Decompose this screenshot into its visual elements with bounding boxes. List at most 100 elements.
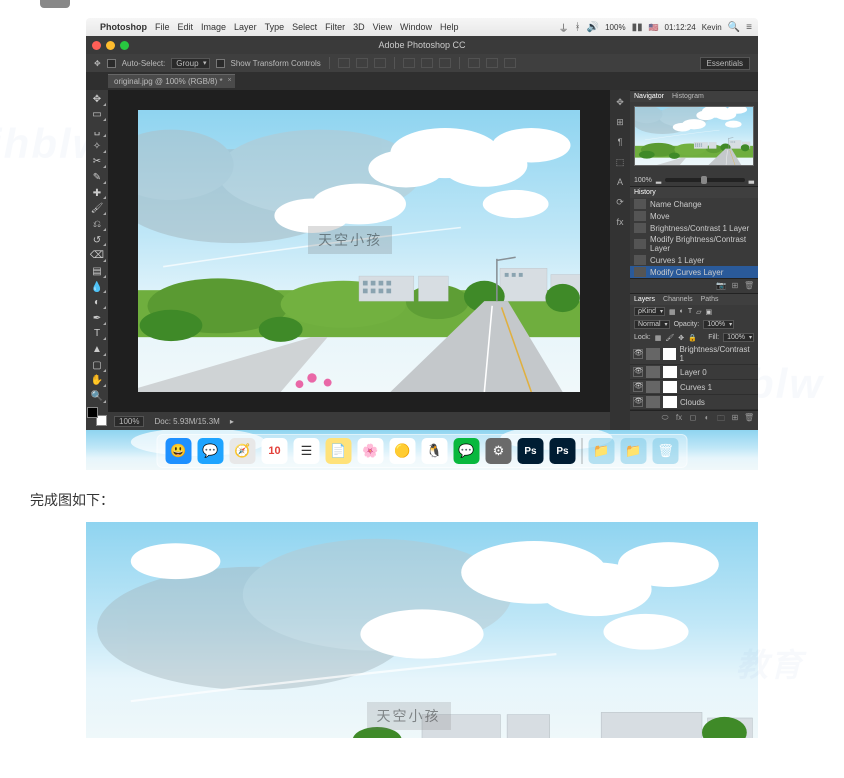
move-tool[interactable]: ✥ <box>87 92 107 107</box>
close-window-button[interactable] <box>92 41 101 50</box>
eraser-tool[interactable]: ⌫ <box>87 248 107 263</box>
workspace-switcher[interactable]: Essentials <box>700 57 750 70</box>
lock-position-icon[interactable]: ✥ <box>678 334 684 342</box>
dock-app-safari[interactable]: 🧭 <box>230 438 256 464</box>
menu-3d[interactable]: 3D <box>353 22 365 32</box>
delete-layer-icon[interactable]: 🗑 <box>744 413 754 423</box>
gradient-tool[interactable]: ▤ <box>87 264 107 279</box>
channels-tab[interactable]: Channels <box>663 296 693 303</box>
lock-all-icon[interactable]: 🔒 <box>688 334 697 342</box>
layer-row[interactable]: 👁Clouds <box>630 395 758 410</box>
menu-window[interactable]: Window <box>400 22 432 32</box>
input-flag-icon[interactable]: 🇺🇸 <box>649 23 659 32</box>
menu-image[interactable]: Image <box>201 22 226 32</box>
fill-field[interactable]: 100% <box>723 333 754 342</box>
layer-visibility-icon[interactable]: 👁 <box>633 382 643 392</box>
zoom-field[interactable]: 100% <box>114 416 144 427</box>
zoom-tool[interactable]: 🔍 <box>87 389 107 404</box>
history-item[interactable]: Brightness/Contrast 1 Layer <box>630 222 758 234</box>
filter-adjust-icon[interactable]: ◐ <box>680 308 684 315</box>
menu-type[interactable]: Type <box>265 22 285 32</box>
wifi-icon[interactable]: ⏚ <box>559 20 569 35</box>
lock-pixels-icon[interactable]: 🖌 <box>665 334 674 342</box>
history-snapshot-icon[interactable]: 📷 <box>716 281 726 291</box>
volume-icon[interactable]: 🔊 <box>587 22 599 33</box>
brush-tool[interactable]: 🖌 <box>87 201 107 216</box>
navigator-zoom-slider[interactable] <box>665 178 744 182</box>
filter-smart-icon[interactable]: ▣ <box>706 308 713 316</box>
navigator-thumbnail[interactable] <box>634 106 754 166</box>
filter-type-icon[interactable]: T <box>688 308 692 315</box>
dock-folder2[interactable]: 📁 <box>621 438 647 464</box>
align-top-icon[interactable] <box>338 58 350 68</box>
history-item[interactable]: Modify Brightness/Contrast Layer <box>630 234 758 254</box>
zoom-in-icon[interactable]: ▃ <box>749 176 754 184</box>
layer-fx-icon[interactable]: fx <box>674 413 684 423</box>
distribute-icon[interactable] <box>486 58 498 68</box>
menu-layer[interactable]: Layer <box>234 22 257 32</box>
dock-app-messages[interactable]: 💬 <box>198 438 224 464</box>
dock-folder1[interactable]: 📁 <box>589 438 615 464</box>
path-selection-tool[interactable]: ▲ <box>87 342 107 357</box>
layer-filter-kind[interactable]: ρKind <box>634 307 665 316</box>
notification-center-icon[interactable]: ≡ <box>746 22 752 33</box>
menu-select[interactable]: Select <box>292 22 317 32</box>
document-tab[interactable]: original.jpg @ 100% (RGB/8) * × <box>108 74 235 88</box>
bluetooth-icon[interactable]: ᚼ <box>575 22 581 33</box>
new-layer-icon[interactable]: ⊞ <box>730 413 740 423</box>
layer-visibility-icon[interactable]: 👁 <box>633 349 643 359</box>
pen-tool[interactable]: ✒ <box>87 311 107 326</box>
link-layers-icon[interactable]: ⬭ <box>660 413 670 423</box>
dock-app-photos[interactable]: 🌸 <box>358 438 384 464</box>
dock-app-qq[interactable]: 🐧 <box>422 438 448 464</box>
maximize-window-button[interactable] <box>120 41 129 50</box>
eyedropper-tool[interactable]: ✎ <box>87 170 107 185</box>
dodge-tool[interactable]: ◐ <box>87 295 107 310</box>
collapsed-panel-5[interactable]: ⟳ <box>612 194 628 210</box>
dock-app-notes[interactable]: 📄 <box>326 438 352 464</box>
canvas-viewport[interactable]: 天空小孩 <box>108 90 610 412</box>
filter-pixel-icon[interactable]: ▦ <box>669 308 676 316</box>
menu-view[interactable]: View <box>373 22 392 32</box>
collapsed-panel-4[interactable]: A <box>612 174 628 190</box>
opacity-field[interactable]: 100% <box>703 320 734 329</box>
lasso-tool[interactable]: ␣ <box>87 123 107 138</box>
history-item[interactable]: Name Change <box>630 198 758 210</box>
spotlight-icon[interactable]: 🔍 <box>728 22 740 33</box>
dock-app-settings[interactable]: ⚙ <box>486 438 512 464</box>
layer-row[interactable]: 👁Layer 0 <box>630 365 758 380</box>
layer-group-icon[interactable]: 🗀 <box>716 413 726 423</box>
history-tab[interactable]: History <box>634 189 656 196</box>
menu-photoshop[interactable]: Photoshop <box>100 22 147 32</box>
collapsed-panel-2[interactable]: ¶ <box>612 134 628 150</box>
adjustment-layer-icon[interactable]: ◐ <box>702 413 712 423</box>
paths-tab[interactable]: Paths <box>701 296 719 303</box>
crop-tool[interactable]: ✂ <box>87 155 107 170</box>
align-hcenter-icon[interactable] <box>421 58 433 68</box>
healing-brush-tool[interactable]: ✚ <box>87 186 107 201</box>
layer-row[interactable]: 👁Curves 1 <box>630 380 758 395</box>
distribute-icon[interactable] <box>468 58 480 68</box>
dock-app-reminders[interactable]: ☰ <box>294 438 320 464</box>
history-item[interactable]: Modify Curves Layer <box>630 266 758 278</box>
dock-app-finder[interactable]: 😃 <box>166 438 192 464</box>
navigator-tab[interactable]: Navigator <box>634 93 664 100</box>
statusbar-arrow-icon[interactable]: ▸ <box>230 417 234 426</box>
history-item[interactable]: Move <box>630 210 758 222</box>
menu-file[interactable]: File <box>155 22 170 32</box>
menu-edit[interactable]: Edit <box>178 22 194 32</box>
dock-app-photoshop[interactable]: Ps <box>518 438 544 464</box>
dock-app-chrome[interactable]: 🟡 <box>390 438 416 464</box>
dock-app-wechat[interactable]: 💬 <box>454 438 480 464</box>
dock-trash[interactable]: 🗑 <box>653 438 679 464</box>
align-left-icon[interactable] <box>403 58 415 68</box>
menu-help[interactable]: Help <box>440 22 459 32</box>
history-brush-tool[interactable]: ↺ <box>87 233 107 248</box>
layer-visibility-icon[interactable]: 👁 <box>633 397 643 407</box>
auto-select-checkbox[interactable] <box>107 59 116 68</box>
layer-visibility-icon[interactable]: 👁 <box>633 367 643 377</box>
history-new-icon[interactable]: ⊞ <box>730 281 740 291</box>
align-vcenter-icon[interactable] <box>356 58 368 68</box>
layer-mask-icon[interactable]: ◻ <box>688 413 698 423</box>
layer-row[interactable]: 👁Brightness/Contrast 1 <box>630 344 758 365</box>
